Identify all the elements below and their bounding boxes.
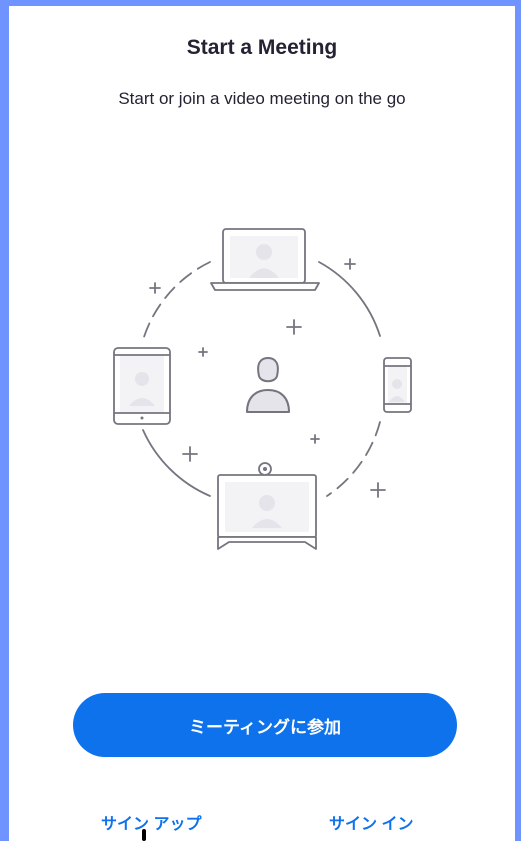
plus-icon-1 [149,282,161,294]
plus-icon-5 [310,434,320,444]
plus-icon-4 [198,347,208,357]
plus-icon-2 [344,258,356,270]
tablet-icon [113,347,171,425]
person-icon [246,357,290,413]
laptop-icon [210,228,320,291]
connection-arc-upper-right [318,261,381,337]
join-meeting-button[interactable]: ミーティングに参加 [73,693,457,757]
mouse-cursor-icon [142,829,146,841]
sign-in-link[interactable]: サイン イン [329,810,413,834]
plus-icon-7 [370,482,386,498]
connection-arc-lower-left [142,429,211,497]
phone-icon [383,357,412,413]
plus-icon-3 [286,319,302,335]
connection-arc-lower-right [326,421,381,497]
connection-arc-upper-left [142,261,211,341]
sign-up-link[interactable]: サイン アップ [101,810,201,834]
conference-screen-icon [217,462,317,550]
plus-icon-6 [182,446,198,462]
app-screen: Start a Meeting Start or join a video me… [9,6,515,841]
